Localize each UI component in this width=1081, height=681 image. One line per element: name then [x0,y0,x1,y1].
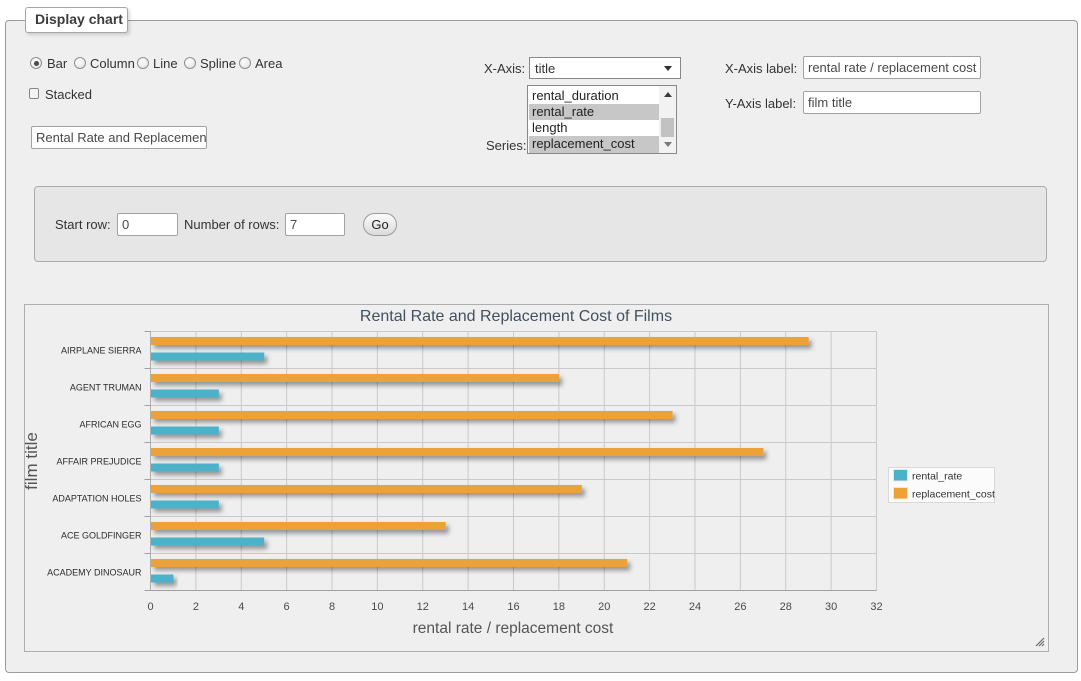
svg-text:ADAPTATION HOLES: ADAPTATION HOLES [52,494,141,504]
svg-text:24: 24 [689,601,701,613]
svg-text:rental rate / replacement cost: rental rate / replacement cost [413,620,614,637]
svg-text:28: 28 [780,601,792,613]
svg-text:14: 14 [462,601,474,613]
svg-text:rental_rate: rental_rate [912,471,962,483]
svg-text:12: 12 [417,601,429,613]
svg-text:AFFAIR PREJUDICE: AFFAIR PREJUDICE [56,457,141,467]
svg-text:4: 4 [238,601,244,613]
svg-text:30: 30 [825,601,837,613]
svg-text:ACE GOLDFINGER: ACE GOLDFINGER [61,531,142,541]
svg-text:Rental Rate and Replacement Co: Rental Rate and Replacement Cost of Film… [360,308,672,325]
svg-text:26: 26 [734,601,746,613]
svg-text:0: 0 [147,601,153,613]
svg-text:22: 22 [643,601,655,613]
svg-text:16: 16 [507,601,519,613]
svg-text:film title: film title [25,432,41,490]
svg-text:replacement_cost: replacement_cost [912,489,995,501]
svg-text:6: 6 [284,601,290,613]
svg-text:32: 32 [870,601,882,613]
svg-text:8: 8 [329,601,335,613]
svg-text:AIRPLANE SIERRA: AIRPLANE SIERRA [61,346,142,356]
svg-text:2: 2 [193,601,199,613]
svg-text:20: 20 [598,601,610,613]
svg-text:AFRICAN EGG: AFRICAN EGG [79,420,141,430]
svg-text:AGENT TRUMAN: AGENT TRUMAN [70,383,142,393]
svg-text:10: 10 [371,601,383,613]
svg-text:ACADEMY DINOSAUR: ACADEMY DINOSAUR [47,568,142,578]
svg-text:18: 18 [553,601,565,613]
